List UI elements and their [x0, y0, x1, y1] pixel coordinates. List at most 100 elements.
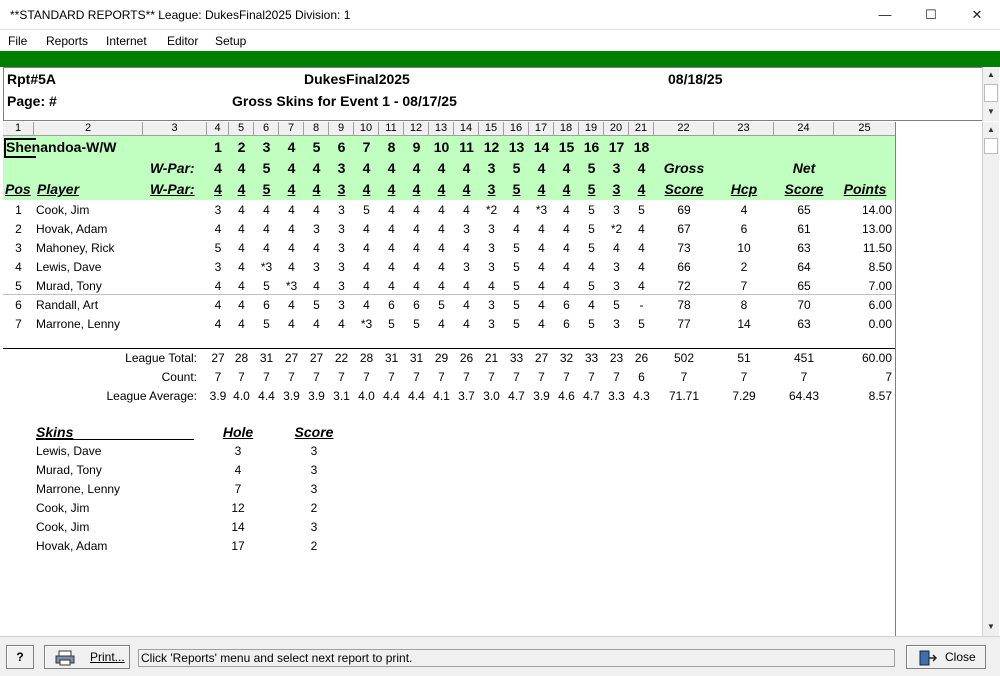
- hole-score: 4: [438, 222, 445, 236]
- column-header[interactable]: 16: [504, 122, 529, 136]
- scroll-down-icon[interactable]: ▼: [983, 619, 999, 635]
- column-header[interactable]: 1: [3, 122, 34, 136]
- help-button[interactable]: ?: [6, 645, 34, 669]
- summary-value: 7: [363, 370, 370, 384]
- column-header[interactable]: 20: [604, 122, 629, 136]
- column-header[interactable]: 5: [229, 122, 254, 136]
- hole-score: 4: [238, 317, 245, 331]
- column-header[interactable]: 19: [579, 122, 604, 136]
- summary-net: 451: [793, 351, 815, 365]
- skin-hole: 12: [231, 501, 245, 515]
- hole-score: 4: [388, 279, 395, 293]
- close-window-button[interactable]: ✕: [954, 0, 1000, 30]
- hole-score: 4: [438, 279, 445, 293]
- column-header[interactable]: 22: [654, 122, 714, 136]
- summary-gross: 71.71: [668, 389, 700, 403]
- player-name: Cook, Jim: [36, 203, 90, 217]
- column-header[interactable]: 7: [279, 122, 304, 136]
- hole-score: 5: [263, 317, 270, 331]
- hole-number: 18: [633, 139, 650, 155]
- hole-score: 5: [588, 241, 595, 255]
- column-header[interactable]: 10: [354, 122, 379, 136]
- column-header[interactable]: 12: [404, 122, 429, 136]
- menu-reports[interactable]: Reports: [46, 34, 88, 48]
- hole-score: 3: [488, 260, 495, 274]
- summary-value: 27: [284, 351, 299, 365]
- column-header[interactable]: 23: [714, 122, 774, 136]
- skin-score: 2: [310, 539, 318, 553]
- column-header[interactable]: 18: [554, 122, 579, 136]
- hole-score: *3: [360, 317, 373, 331]
- hole-score: 4: [638, 241, 645, 255]
- summary-value: 3.3: [608, 389, 625, 403]
- status-message: Click 'Reports' menu and select next rep…: [138, 649, 895, 667]
- summary-value: 4.0: [358, 389, 375, 403]
- hole-score: 4: [288, 241, 295, 255]
- scroll-thumb[interactable]: [984, 138, 998, 154]
- column-header[interactable]: 6: [254, 122, 279, 136]
- hole-score: 4: [313, 279, 320, 293]
- net-header: Net: [792, 160, 816, 176]
- hole-score: 4: [363, 222, 370, 236]
- summary-value: 3.0: [483, 389, 500, 403]
- hole-score: -: [639, 298, 644, 312]
- hole-score: 4: [263, 222, 270, 236]
- report-scrollbar[interactable]: ▲ ▼: [982, 122, 999, 636]
- minimize-button[interactable]: —: [862, 0, 908, 30]
- column-header[interactable]: 11: [379, 122, 404, 136]
- menu-internet[interactable]: Internet: [106, 34, 147, 48]
- menu-file[interactable]: File: [8, 34, 27, 48]
- column-header[interactable]: 3: [143, 122, 207, 136]
- scroll-down-icon[interactable]: ▼: [983, 104, 999, 120]
- hole-score: 4: [463, 203, 470, 217]
- scroll-up-icon[interactable]: ▲: [983, 67, 999, 83]
- hole-score: 4: [263, 203, 270, 217]
- hole-score: 4: [214, 317, 222, 331]
- summary-hcp: 51: [737, 351, 751, 365]
- gross-score: 66: [677, 260, 691, 274]
- menu-editor[interactable]: Editor: [167, 34, 198, 48]
- player-pos: 1: [15, 203, 22, 217]
- column-header[interactable]: 8: [304, 122, 329, 136]
- menu-bar: File Reports Internet Editor Setup: [0, 31, 1000, 51]
- gross-score: 67: [677, 222, 691, 236]
- print-button[interactable]: Print...: [44, 645, 130, 669]
- summary-value: 23: [609, 351, 624, 365]
- close-button[interactable]: Close: [906, 645, 986, 669]
- section-divider: [3, 348, 895, 349]
- summary-value: 3.9: [308, 389, 325, 403]
- hcp-header: Hcp: [730, 181, 758, 197]
- skin-hole: 7: [234, 482, 242, 496]
- scroll-thumb[interactable]: [984, 84, 998, 102]
- scroll-up-icon[interactable]: ▲: [983, 122, 999, 138]
- column-header[interactable]: 21: [629, 122, 654, 136]
- hole-score: 6: [563, 317, 570, 331]
- maximize-button[interactable]: ☐: [908, 0, 954, 30]
- column-header[interactable]: 2: [34, 122, 143, 136]
- hole-score: 4: [338, 317, 345, 331]
- column-header[interactable]: 4: [207, 122, 229, 136]
- hole-score: 3: [338, 260, 345, 274]
- column-header[interactable]: 14: [454, 122, 479, 136]
- handicap: 4: [740, 203, 748, 217]
- summary-value: 28: [359, 351, 374, 365]
- header-scrollbar[interactable]: ▲ ▼: [982, 67, 999, 121]
- league-name: DukesFinal2025: [304, 71, 410, 87]
- hole-score: 4: [388, 222, 395, 236]
- course-name: Shenandoa-W/W: [6, 139, 117, 155]
- summary-points: 8.57: [868, 389, 892, 403]
- column-header[interactable]: 17: [529, 122, 554, 136]
- column-header[interactable]: 15: [479, 122, 504, 136]
- column-header[interactable]: 13: [429, 122, 454, 136]
- hole-score: 3: [463, 260, 470, 274]
- hole-score: 4: [513, 203, 520, 217]
- report-header: Rpt#5A DukesFinal2025 08/18/25 Page: # G…: [3, 67, 983, 121]
- column-header[interactable]: 9: [329, 122, 354, 136]
- menu-setup[interactable]: Setup: [215, 34, 246, 48]
- hole-score: 5: [638, 203, 645, 217]
- hole-score: 5: [513, 317, 520, 331]
- skin-hole: 4: [234, 463, 242, 477]
- hole-score: 4: [413, 203, 420, 217]
- column-header[interactable]: 25: [834, 122, 895, 136]
- column-header[interactable]: 24: [774, 122, 834, 136]
